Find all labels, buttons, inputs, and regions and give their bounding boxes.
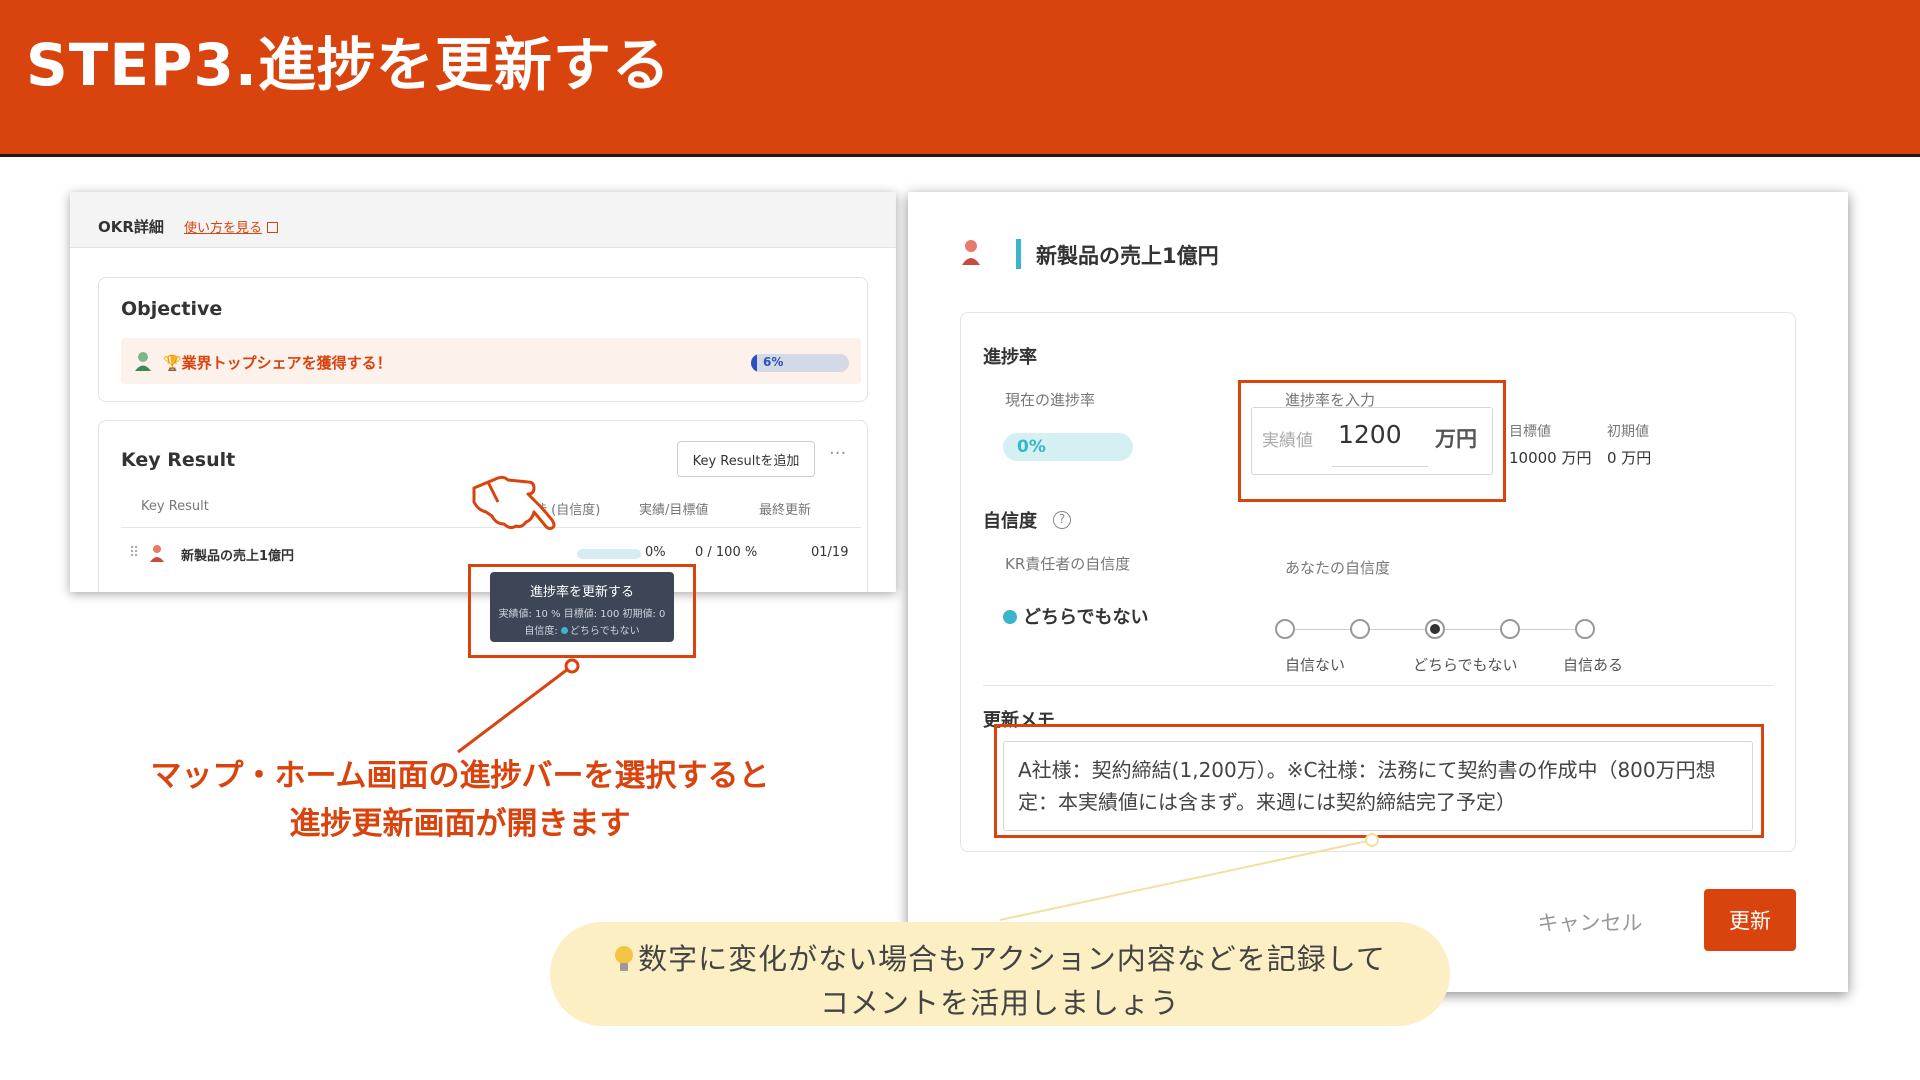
- tip-line2: コメントを活用しましょう: [819, 986, 1180, 1020]
- tip-connector: [999, 839, 1373, 921]
- lightbulb-icon: [614, 946, 634, 972]
- tip-line1-wrapper: 数字に変化がない場合もアクション内容などを記録して: [550, 936, 1450, 978]
- tip-bubble: 数字に変化がない場合もアクション内容などを記録して コメントを活用しましょう: [550, 922, 1450, 1026]
- callout-connector-dot: [564, 658, 580, 674]
- tip-connector-dot: [1365, 833, 1379, 847]
- callout-connector: [457, 664, 573, 754]
- tip-line1: 数字に変化がない場合もアクション内容などを記録して: [638, 942, 1386, 976]
- connector-lines: [457, 658, 1379, 921]
